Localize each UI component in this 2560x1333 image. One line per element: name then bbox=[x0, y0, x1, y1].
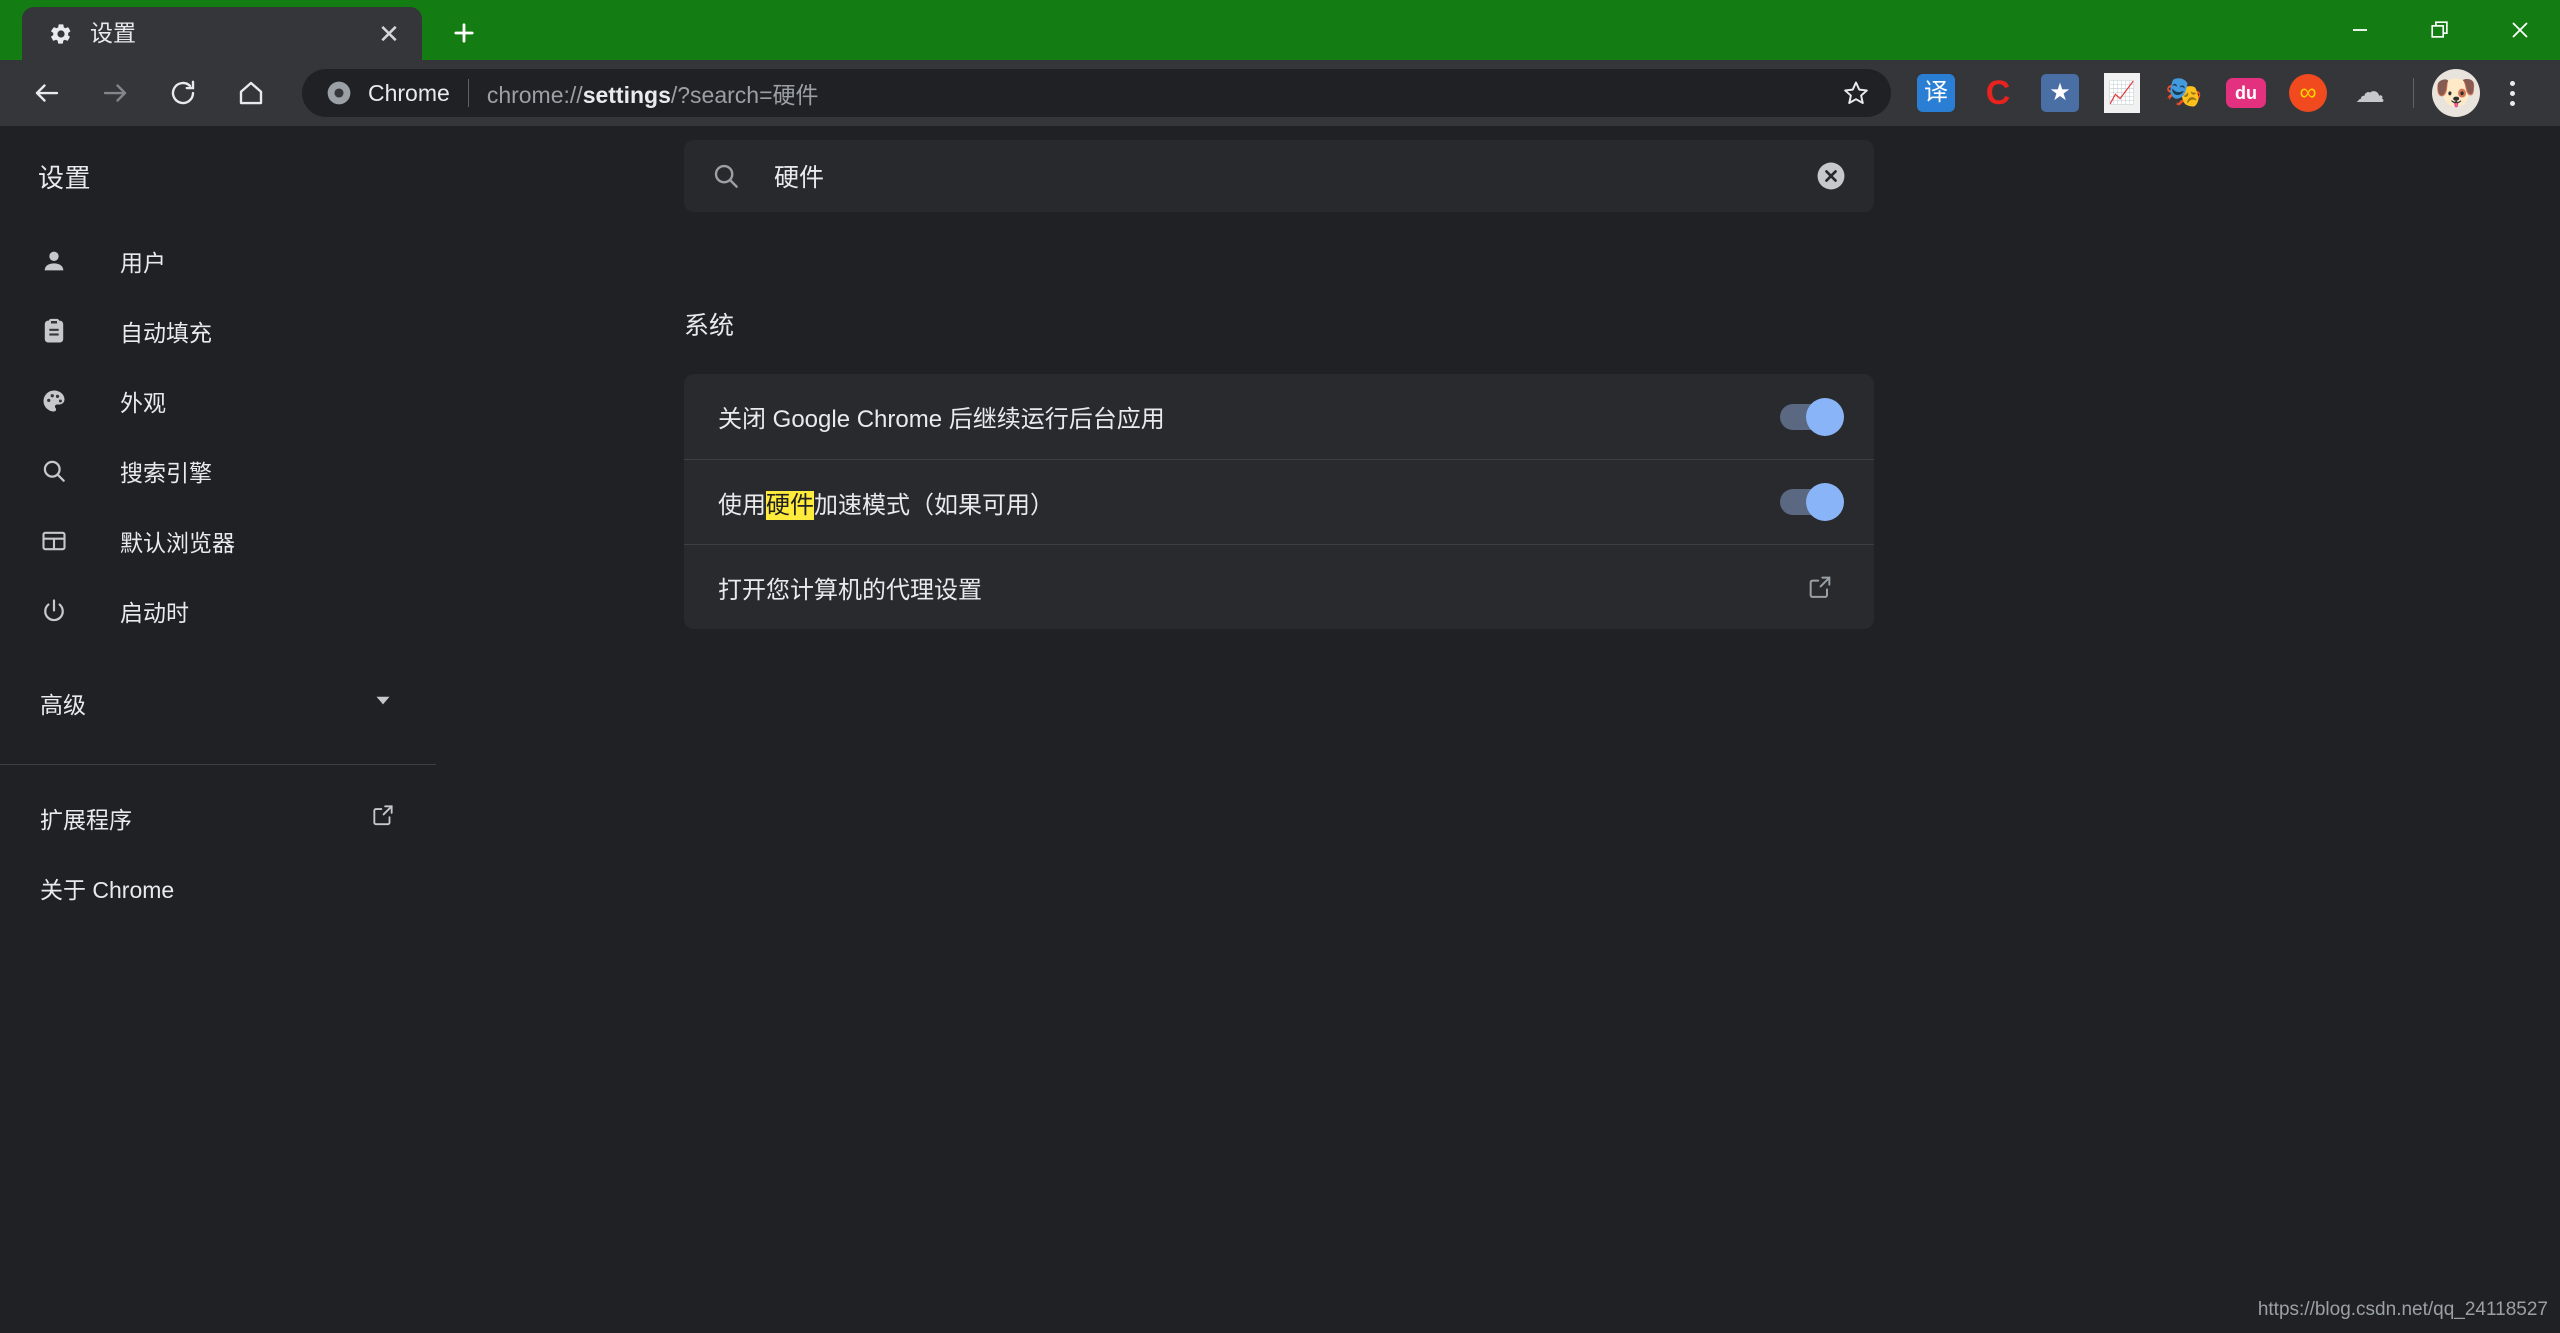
baidu-extension-icon[interactable]: du bbox=[2218, 65, 2274, 121]
browser-window-icon bbox=[40, 527, 80, 555]
external-link-icon[interactable] bbox=[1800, 567, 1840, 607]
extensions-area: 译 C ★ 📈 🎭 du ∞ ☁ 🐶 bbox=[1905, 65, 2560, 121]
security-chip-label: Chrome bbox=[368, 79, 450, 106]
restore-button[interactable] bbox=[2400, 0, 2480, 60]
tab-settings[interactable]: 设置 ✕ bbox=[22, 7, 422, 60]
external-link-icon bbox=[370, 802, 396, 834]
sidebar-item-on-startup[interactable]: 启动时 bbox=[0, 576, 436, 646]
sidebar-item-label: 用户 bbox=[120, 250, 166, 276]
sidebar-item-extensions[interactable]: 扩展程序 bbox=[0, 783, 436, 853]
back-button[interactable] bbox=[18, 64, 76, 122]
home-button[interactable] bbox=[222, 64, 280, 122]
setting-row-proxy-settings[interactable]: 打开您计算机的代理设置 bbox=[684, 544, 1874, 629]
more-menu-icon[interactable] bbox=[2486, 65, 2538, 121]
settings-content: 系统 关闭 Google Chrome 后继续运行后台应用 使用硬件加速模式（如… bbox=[684, 226, 1874, 629]
window-controls bbox=[2320, 0, 2560, 60]
avatar-glyph: 🐶 bbox=[2434, 74, 2478, 112]
c-extension-icon[interactable]: C bbox=[1970, 65, 2026, 121]
bookmark-star-icon[interactable] bbox=[1835, 72, 1877, 114]
search-value: 硬件 bbox=[774, 164, 825, 192]
search-input[interactable]: 硬件 bbox=[684, 140, 1874, 212]
mask-extension-icon[interactable]: 🎭 bbox=[2156, 65, 2212, 121]
chart-extension-icon[interactable]: 📈 bbox=[2094, 65, 2150, 121]
page-title: 设置 bbox=[38, 162, 92, 193]
sidebar-item-label: 外观 bbox=[120, 390, 166, 416]
power-icon bbox=[40, 597, 80, 625]
cloud-extension-icon[interactable]: ☁ bbox=[2342, 65, 2398, 121]
setting-row-background-apps[interactable]: 关闭 Google Chrome 后继续运行后台应用 bbox=[684, 374, 1874, 459]
sidebar-item-about-chrome[interactable]: 关于 Chrome bbox=[0, 853, 436, 923]
avatar[interactable]: 🐶 bbox=[2432, 69, 2480, 117]
settings-card: 关闭 Google Chrome 后继续运行后台应用 使用硬件加速模式（如果可用… bbox=[684, 374, 1874, 629]
toggle-background-apps[interactable] bbox=[1780, 397, 1844, 436]
sidebar-item-autofill[interactable]: 自动填充 bbox=[0, 296, 436, 366]
search-icon bbox=[40, 457, 80, 485]
forward-button[interactable] bbox=[86, 64, 144, 122]
tab-title: 设置 bbox=[90, 22, 136, 45]
sidebar-item-label: 扩展程序 bbox=[40, 807, 132, 833]
search-highlight: 硬件 bbox=[766, 490, 814, 520]
chevron-down-icon bbox=[370, 687, 396, 719]
sidebar-item-label: 默认浏览器 bbox=[120, 530, 235, 556]
sidebar-item-label: 自动填充 bbox=[120, 320, 212, 346]
window-title-bar: 设置 ✕ bbox=[0, 0, 2560, 60]
setting-label: 打开您计算机的代理设置 bbox=[718, 576, 982, 604]
url-text: chrome://settings/?search=硬件 bbox=[486, 82, 819, 108]
sidebar-item-label: 搜索引擎 bbox=[120, 460, 212, 486]
clipboard-icon bbox=[40, 317, 80, 345]
person-icon bbox=[40, 247, 80, 275]
setting-label: 使用硬件加速模式（如果可用） bbox=[718, 490, 1054, 520]
close-button[interactable] bbox=[2480, 0, 2560, 60]
sidebar-item-appearance[interactable]: 外观 bbox=[0, 366, 436, 436]
omnibox-separator bbox=[467, 79, 469, 107]
reload-button[interactable] bbox=[154, 64, 212, 122]
settings-sidebar: 用户 自动填充 外观 搜索引擎 默认浏览器 启动时 高级 扩展程序 关于 Chr… bbox=[0, 226, 436, 923]
star-extension-icon[interactable]: ★ bbox=[2032, 65, 2088, 121]
clear-search-icon[interactable] bbox=[1812, 157, 1850, 195]
chrome-logo-icon bbox=[324, 78, 354, 108]
toolbar-separator bbox=[2413, 78, 2414, 108]
section-title: 系统 bbox=[684, 312, 735, 340]
tab-close-icon[interactable]: ✕ bbox=[372, 17, 406, 51]
settings-header: 设置 硬件 bbox=[0, 126, 2560, 226]
palette-icon bbox=[40, 387, 80, 415]
new-tab-button[interactable] bbox=[436, 10, 492, 56]
sidebar-item-default-browser[interactable]: 默认浏览器 bbox=[0, 506, 436, 576]
toggle-hardware-acceleration[interactable] bbox=[1780, 483, 1844, 521]
gear-icon bbox=[48, 21, 74, 47]
infinity-extension-icon[interactable]: ∞ bbox=[2280, 65, 2336, 121]
settings-page: 设置 硬件 用户 自动填充 外观 搜索引擎 默认浏览器 启动时 高级 扩展程序 … bbox=[0, 126, 2560, 1333]
sidebar-item-label: 关于 Chrome bbox=[40, 877, 175, 903]
watermark: https://blog.csdn.net/qq_24118527 bbox=[2257, 1299, 2548, 1320]
setting-row-hardware-acceleration[interactable]: 使用硬件加速模式（如果可用） bbox=[684, 459, 1874, 544]
minimize-button[interactable] bbox=[2320, 0, 2400, 60]
sidebar-item-users[interactable]: 用户 bbox=[0, 226, 436, 296]
translate-extension-icon[interactable]: 译 bbox=[1908, 65, 1964, 121]
sidebar-divider bbox=[0, 764, 436, 765]
search-icon bbox=[708, 158, 744, 194]
address-bar[interactable]: Chrome chrome://settings/?search=硬件 bbox=[302, 69, 1891, 117]
sidebar-item-search-engine[interactable]: 搜索引擎 bbox=[0, 436, 436, 506]
tab-strip: 设置 ✕ bbox=[0, 0, 492, 60]
setting-label: 关闭 Google Chrome 后继续运行后台应用 bbox=[718, 406, 1165, 433]
browser-toolbar: Chrome chrome://settings/?search=硬件 译 C … bbox=[0, 60, 2560, 126]
sidebar-item-advanced[interactable]: 高级 bbox=[0, 660, 436, 746]
sidebar-item-label: 高级 bbox=[40, 692, 86, 718]
sidebar-item-label: 启动时 bbox=[120, 600, 189, 626]
